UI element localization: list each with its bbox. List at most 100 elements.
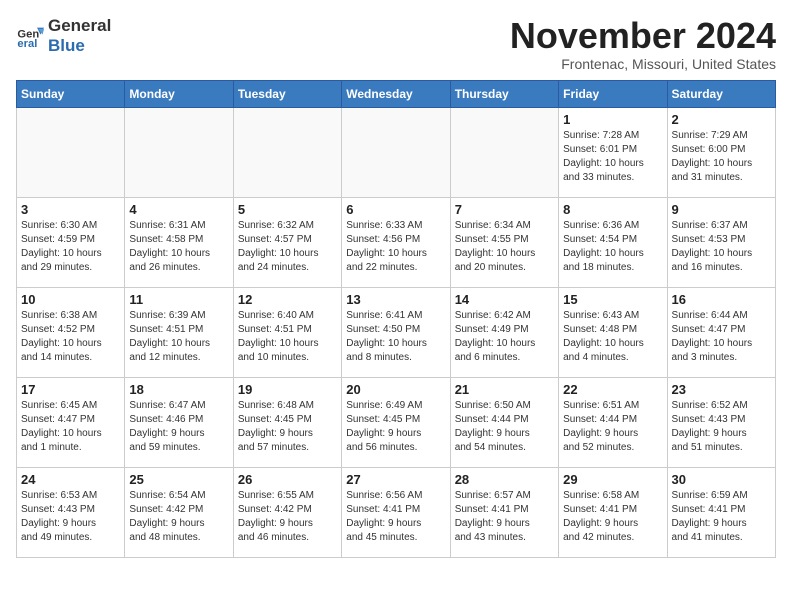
column-header-tuesday: Tuesday [233, 80, 341, 107]
calendar-cell: 27 Sunrise: 6:56 AM Sunset: 4:41 PM Dayli… [342, 467, 450, 557]
calendar-cell [17, 107, 125, 197]
day-info: Sunrise: 6:41 AM Sunset: 4:50 PM Dayligh… [346, 309, 445, 365]
day-number: 20 [346, 382, 445, 397]
calendar-cell: 14 Sunrise: 6:42 AM Sunset: 4:49 PM Dayli… [450, 287, 558, 377]
day-info: Sunrise: 6:37 AM Sunset: 4:53 PM Dayligh… [672, 219, 771, 275]
day-info: Sunrise: 6:56 AM Sunset: 4:41 PM Dayligh… [346, 489, 445, 545]
day-info: Sunrise: 6:38 AM Sunset: 4:52 PM Dayligh… [21, 309, 120, 365]
calendar-week-row: 24Sunrise: 6:53 AM Sunset: 4:43 PM Dayli… [17, 467, 776, 557]
day-info: Sunrise: 6:59 AM Sunset: 4:41 PM Dayligh… [672, 489, 771, 545]
calendar-cell: 30 Sunrise: 6:59 AM Sunset: 4:41 PM Dayli… [667, 467, 775, 557]
day-number: 11 [129, 292, 228, 307]
day-info: Sunrise: 6:42 AM Sunset: 4:49 PM Dayligh… [455, 309, 554, 365]
calendar-cell: 9 Sunrise: 6:37 AM Sunset: 4:53 PM Daylig… [667, 197, 775, 287]
calendar-cell: 10 Sunrise: 6:38 AM Sunset: 4:52 PM Dayli… [17, 287, 125, 377]
logo-text-general: General [48, 16, 111, 35]
day-info: Sunrise: 6:43 AM Sunset: 4:48 PM Dayligh… [563, 309, 662, 365]
calendar-week-row: 1Sunrise: 7:28 AM Sunset: 6:01 PM Daylig… [17, 107, 776, 197]
calendar-cell: 6 Sunrise: 6:33 AM Sunset: 4:56 PM Daylig… [342, 197, 450, 287]
calendar-cell: 26 Sunrise: 6:55 AM Sunset: 4:42 PM Dayli… [233, 467, 341, 557]
day-number: 30 [672, 472, 771, 487]
day-info: Sunrise: 6:55 AM Sunset: 4:42 PM Dayligh… [238, 489, 337, 545]
day-number: 7 [455, 202, 554, 217]
day-number: 8 [563, 202, 662, 217]
calendar-cell [233, 107, 341, 197]
day-number: 14 [455, 292, 554, 307]
calendar-table: SundayMondayTuesdayWednesdayThursdayFrid… [16, 80, 776, 558]
calendar-cell: 29 Sunrise: 6:58 AM Sunset: 4:41 PM Dayli… [559, 467, 667, 557]
day-number: 26 [238, 472, 337, 487]
calendar-cell: 20 Sunrise: 6:49 AM Sunset: 4:45 PM Dayli… [342, 377, 450, 467]
day-info: Sunrise: 6:49 AM Sunset: 4:45 PM Dayligh… [346, 399, 445, 455]
day-number: 3 [21, 202, 120, 217]
calendar-cell: 18Sunrise: 6:47 AM Sunset: 4:46 PM Dayli… [125, 377, 233, 467]
month-title: November 2024 [510, 16, 776, 56]
day-number: 1 [563, 112, 662, 127]
location-subtitle: Frontenac, Missouri, United States [510, 56, 776, 72]
title-area: November 2024 Frontenac, Missouri, Unite… [510, 16, 776, 72]
day-info: Sunrise: 6:53 AM Sunset: 4:43 PM Dayligh… [21, 489, 120, 545]
day-info: Sunrise: 7:29 AM Sunset: 6:00 PM Dayligh… [672, 129, 771, 185]
day-info: Sunrise: 6:33 AM Sunset: 4:56 PM Dayligh… [346, 219, 445, 275]
column-header-wednesday: Wednesday [342, 80, 450, 107]
calendar-cell: 22 Sunrise: 6:51 AM Sunset: 4:44 PM Dayli… [559, 377, 667, 467]
day-info: Sunrise: 6:30 AM Sunset: 4:59 PM Dayligh… [21, 219, 120, 275]
calendar-cell: 23Sunrise: 6:52 AM Sunset: 4:43 PM Dayli… [667, 377, 775, 467]
day-number: 10 [21, 292, 120, 307]
day-info: Sunrise: 6:44 AM Sunset: 4:47 PM Dayligh… [672, 309, 771, 365]
day-number: 22 [563, 382, 662, 397]
logo-icon: Gen eral [16, 22, 44, 50]
day-number: 23 [672, 382, 771, 397]
day-number: 2 [672, 112, 771, 127]
column-header-saturday: Saturday [667, 80, 775, 107]
day-number: 18 [129, 382, 228, 397]
day-info: Sunrise: 6:32 AM Sunset: 4:57 PM Dayligh… [238, 219, 337, 275]
calendar-cell: 12Sunrise: 6:40 AM Sunset: 4:51 PM Dayli… [233, 287, 341, 377]
day-number: 17 [21, 382, 120, 397]
column-header-sunday: Sunday [17, 80, 125, 107]
logo-text-blue: Blue [48, 36, 85, 55]
day-info: Sunrise: 6:40 AM Sunset: 4:51 PM Dayligh… [238, 309, 337, 365]
day-number: 29 [563, 472, 662, 487]
calendar-cell: 2 Sunrise: 7:29 AM Sunset: 6:00 PM Daylig… [667, 107, 775, 197]
calendar-cell: 8 Sunrise: 6:36 AM Sunset: 4:54 PM Daylig… [559, 197, 667, 287]
day-info: Sunrise: 6:50 AM Sunset: 4:44 PM Dayligh… [455, 399, 554, 455]
calendar-cell: 28 Sunrise: 6:57 AM Sunset: 4:41 PM Dayli… [450, 467, 558, 557]
day-info: Sunrise: 6:31 AM Sunset: 4:58 PM Dayligh… [129, 219, 228, 275]
day-number: 9 [672, 202, 771, 217]
column-header-monday: Monday [125, 80, 233, 107]
column-header-thursday: Thursday [450, 80, 558, 107]
day-info: Sunrise: 6:36 AM Sunset: 4:54 PM Dayligh… [563, 219, 662, 275]
calendar-cell: 4Sunrise: 6:31 AM Sunset: 4:58 PM Daylig… [125, 197, 233, 287]
day-number: 21 [455, 382, 554, 397]
calendar-cell: 21 Sunrise: 6:50 AM Sunset: 4:44 PM Dayli… [450, 377, 558, 467]
day-number: 6 [346, 202, 445, 217]
day-info: Sunrise: 6:57 AM Sunset: 4:41 PM Dayligh… [455, 489, 554, 545]
day-number: 15 [563, 292, 662, 307]
calendar-cell [342, 107, 450, 197]
calendar-cell: 13 Sunrise: 6:41 AM Sunset: 4:50 PM Dayli… [342, 287, 450, 377]
calendar-cell: 17Sunrise: 6:45 AM Sunset: 4:47 PM Dayli… [17, 377, 125, 467]
day-number: 13 [346, 292, 445, 307]
day-number: 27 [346, 472, 445, 487]
calendar-header-row: SundayMondayTuesdayWednesdayThursdayFrid… [17, 80, 776, 107]
day-info: Sunrise: 6:48 AM Sunset: 4:45 PM Dayligh… [238, 399, 337, 455]
day-info: Sunrise: 6:34 AM Sunset: 4:55 PM Dayligh… [455, 219, 554, 275]
day-info: Sunrise: 6:51 AM Sunset: 4:44 PM Dayligh… [563, 399, 662, 455]
column-header-friday: Friday [559, 80, 667, 107]
calendar-cell [125, 107, 233, 197]
logo: Gen eral General Blue [16, 16, 111, 56]
calendar-cell: 5 Sunrise: 6:32 AM Sunset: 4:57 PM Daylig… [233, 197, 341, 287]
calendar-cell: 3 Sunrise: 6:30 AM Sunset: 4:59 PM Daylig… [17, 197, 125, 287]
calendar-week-row: 10 Sunrise: 6:38 AM Sunset: 4:52 PM Dayli… [17, 287, 776, 377]
day-info: Sunrise: 6:39 AM Sunset: 4:51 PM Dayligh… [129, 309, 228, 365]
day-number: 5 [238, 202, 337, 217]
calendar-cell: 19Sunrise: 6:48 AM Sunset: 4:45 PM Dayli… [233, 377, 341, 467]
page-header: Gen eral General Blue November 2024 Fron… [16, 16, 776, 72]
day-number: 25 [129, 472, 228, 487]
calendar-week-row: 3 Sunrise: 6:30 AM Sunset: 4:59 PM Daylig… [17, 197, 776, 287]
day-info: Sunrise: 6:58 AM Sunset: 4:41 PM Dayligh… [563, 489, 662, 545]
calendar-cell: 7 Sunrise: 6:34 AM Sunset: 4:55 PM Daylig… [450, 197, 558, 287]
day-number: 28 [455, 472, 554, 487]
calendar-cell: 25Sunrise: 6:54 AM Sunset: 4:42 PM Dayli… [125, 467, 233, 557]
